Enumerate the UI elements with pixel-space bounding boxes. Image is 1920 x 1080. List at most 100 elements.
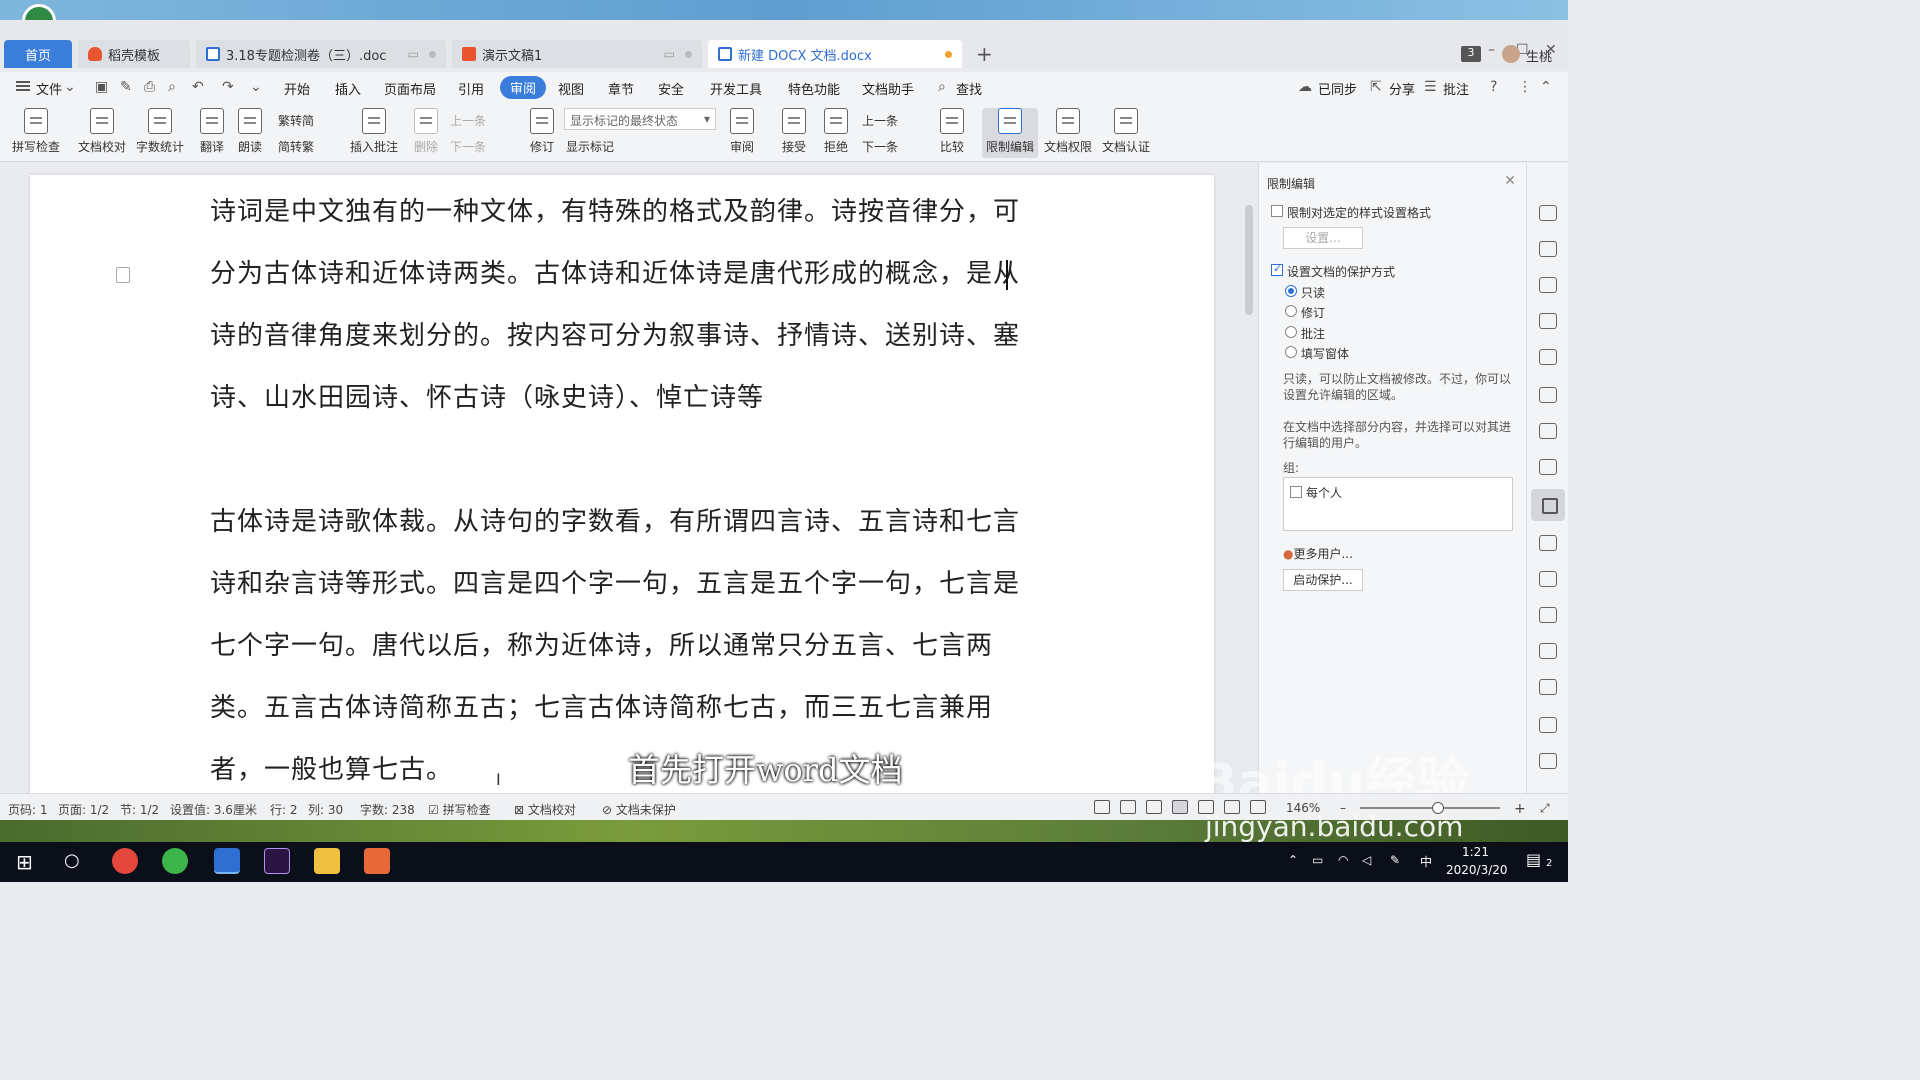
triangle-icon[interactable] — [1539, 349, 1557, 365]
doc-certification-button[interactable]: 文档认证 — [1098, 108, 1154, 155]
document-page[interactable]: 诗词是中文独有的一种文体，有特殊的格式及韵律。诗按音律分，可分为古体诗和近体诗两… — [30, 175, 1214, 815]
undo-icon[interactable]: ↶ — [192, 79, 204, 95]
tab-close-dot[interactable] — [429, 50, 436, 58]
history-icon[interactable] — [1539, 753, 1557, 769]
hamburger-icon[interactable] — [16, 81, 30, 91]
user-name[interactable]: 生桃 — [1526, 46, 1552, 65]
file-explorer-icon[interactable] — [314, 848, 340, 874]
menu-file[interactable]: 文件 — [36, 79, 62, 98]
chevron-down-icon[interactable]: ⌄ — [64, 79, 76, 95]
print-preview-icon[interactable]: ⌕ — [168, 79, 176, 95]
show-markup-dropdown[interactable]: 显示标记 — [566, 138, 614, 155]
translate-side-icon[interactable] — [1539, 607, 1557, 623]
status-section[interactable]: 节: 1/2 — [120, 801, 159, 818]
compass-icon[interactable] — [1539, 277, 1557, 293]
menu-view[interactable]: 视图 — [558, 79, 584, 98]
menu-chapter[interactable]: 章节 — [608, 79, 634, 98]
prev-change-button[interactable]: 上一条 — [862, 112, 898, 129]
chrome-icon[interactable] — [112, 848, 138, 874]
image-stack-icon[interactable] — [1539, 535, 1557, 551]
add-tab-icon[interactable]: + — [976, 42, 993, 66]
insert-comment-button[interactable]: 插入批注 — [346, 108, 402, 155]
premiere-icon[interactable] — [264, 848, 290, 874]
volume-icon[interactable]: ◁ — [1362, 853, 1371, 867]
ime-indicator[interactable]: 中 — [1420, 853, 1432, 870]
fullscreen-icon[interactable] — [1094, 800, 1110, 814]
more-users-link[interactable]: ●更多用户... — [1283, 545, 1353, 562]
trad-to-simp-button[interactable]: 繁转简 — [278, 112, 314, 129]
lock-icon[interactable] — [1531, 489, 1565, 521]
avatar[interactable] — [1502, 45, 1520, 63]
settings-button[interactable]: 设置... — [1283, 227, 1363, 249]
paragraph-2[interactable]: 古体诗是诗歌体裁。从诗句的字数看，有所谓四言诗、五言诗和七言诗和杂言诗等形式。四… — [210, 491, 1040, 801]
tab-home[interactable]: 首页 — [4, 40, 72, 68]
more-icon[interactable]: ⋮ — [1518, 79, 1532, 95]
compare-button[interactable]: 比较 — [924, 108, 980, 155]
paragraph-1[interactable]: 诗词是中文独有的一种文体，有特殊的格式及韵律。诗按音律分，可分为古体诗和近体诗两… — [210, 181, 1040, 429]
panel-title[interactable]: 限制编辑 — [1267, 175, 1315, 192]
menu-review[interactable]: 审阅 — [500, 76, 547, 99]
sync-icon[interactable]: ☁ — [1298, 79, 1312, 95]
wps-writer-icon[interactable] — [214, 848, 240, 874]
status-page-number[interactable]: 页码: 1 — [8, 801, 48, 818]
status-row[interactable]: 行: 2 — [270, 801, 298, 818]
track-changes-button[interactable]: 修订 — [514, 108, 570, 155]
share-button[interactable]: 分享 — [1389, 79, 1415, 98]
redo-icon[interactable]: ↷ — [222, 79, 234, 95]
write-mode-icon[interactable] — [1146, 800, 1162, 814]
battery-icon[interactable]: ▭ — [1312, 853, 1323, 867]
tab-presentation[interactable]: 演示文稿1 ▭ — [452, 40, 702, 68]
paragraph-mark-icon[interactable] — [116, 267, 130, 283]
delete-comment-button[interactable]: 删除 — [398, 108, 454, 155]
menu-reference[interactable]: 引用 — [458, 79, 484, 98]
wifi-icon[interactable]: ◠ — [1338, 853, 1348, 867]
export-icon[interactable] — [1539, 571, 1557, 587]
markup-state-select[interactable]: 显示标记的最终状态 ▾ — [564, 108, 716, 130]
radio-readonly[interactable] — [1285, 285, 1297, 297]
restrict-editing-button[interactable]: 限制编辑 — [982, 108, 1038, 158]
format-painter-icon[interactable]: ✎ — [120, 79, 132, 95]
pen-icon[interactable] — [1539, 205, 1557, 221]
collapse-ribbon-icon[interactable]: ⌃ — [1540, 79, 1552, 95]
unsaved-dot[interactable] — [945, 50, 952, 58]
window-count-badge[interactable]: 3 — [1461, 46, 1481, 62]
notification-icon[interactable]: ▤ — [1526, 850, 1541, 869]
fit-page-icon[interactable]: ⤢ — [1540, 801, 1550, 816]
menu-developer[interactable]: 开发工具 — [710, 79, 762, 98]
status-char-count[interactable]: 字数: 238 — [360, 801, 415, 818]
zoom-in-icon[interactable]: + — [1514, 801, 1526, 817]
status-spell-check[interactable]: ☑ 拼写检查 — [428, 801, 491, 818]
customize-icon[interactable]: ⌄ — [250, 79, 262, 95]
reject-button[interactable]: 拒绝 — [808, 108, 864, 155]
spell-check-button[interactable]: 拼写检查 — [8, 108, 64, 155]
menu-page-layout[interactable]: 页面布局 — [384, 79, 436, 98]
status-setting[interactable]: 设置值: 3.6厘米 — [170, 801, 257, 818]
print-icon[interactable]: ⎙ — [144, 79, 155, 95]
sliders-icon[interactable] — [1539, 459, 1557, 475]
grid-icon[interactable] — [1539, 387, 1557, 403]
next-comment-button[interactable]: 下一条 — [450, 138, 486, 155]
cortana-icon[interactable]: ○ — [64, 850, 80, 871]
word-count-button[interactable]: 字数统计 — [132, 108, 188, 155]
radio-fill-form[interactable] — [1285, 346, 1297, 358]
menu-features[interactable]: 特色功能 — [788, 79, 840, 98]
simp-to-trad-button[interactable]: 简转繁 — [278, 138, 314, 155]
synced-status[interactable]: 已同步 — [1318, 79, 1357, 98]
pen-tray-icon[interactable]: ✎ — [1390, 853, 1400, 867]
chart-icon[interactable] — [1539, 423, 1557, 439]
presentation-app-icon[interactable] — [364, 848, 390, 874]
scrollbar-thumb[interactable] — [1245, 205, 1253, 315]
menu-insert[interactable]: 插入 — [335, 79, 361, 98]
doc-permissions-button[interactable]: 文档权限 — [1040, 108, 1096, 155]
clock-date[interactable]: 2020/3/20 — [1446, 863, 1508, 877]
prev-comment-button[interactable]: 上一条 — [450, 112, 486, 129]
shapes-icon[interactable] — [1539, 313, 1557, 329]
shield-icon[interactable] — [1539, 717, 1557, 733]
read-aloud-button[interactable]: 朗读 — [222, 108, 278, 155]
comment-button[interactable]: 批注 — [1443, 79, 1469, 98]
picture-icon[interactable] — [1539, 679, 1557, 695]
proofread-button[interactable]: 文档校对 — [74, 108, 130, 155]
save-icon[interactable]: ▣ — [95, 79, 108, 95]
panel-close-icon[interactable]: ✕ — [1504, 173, 1516, 189]
tab-close-dot[interactable] — [685, 50, 692, 58]
